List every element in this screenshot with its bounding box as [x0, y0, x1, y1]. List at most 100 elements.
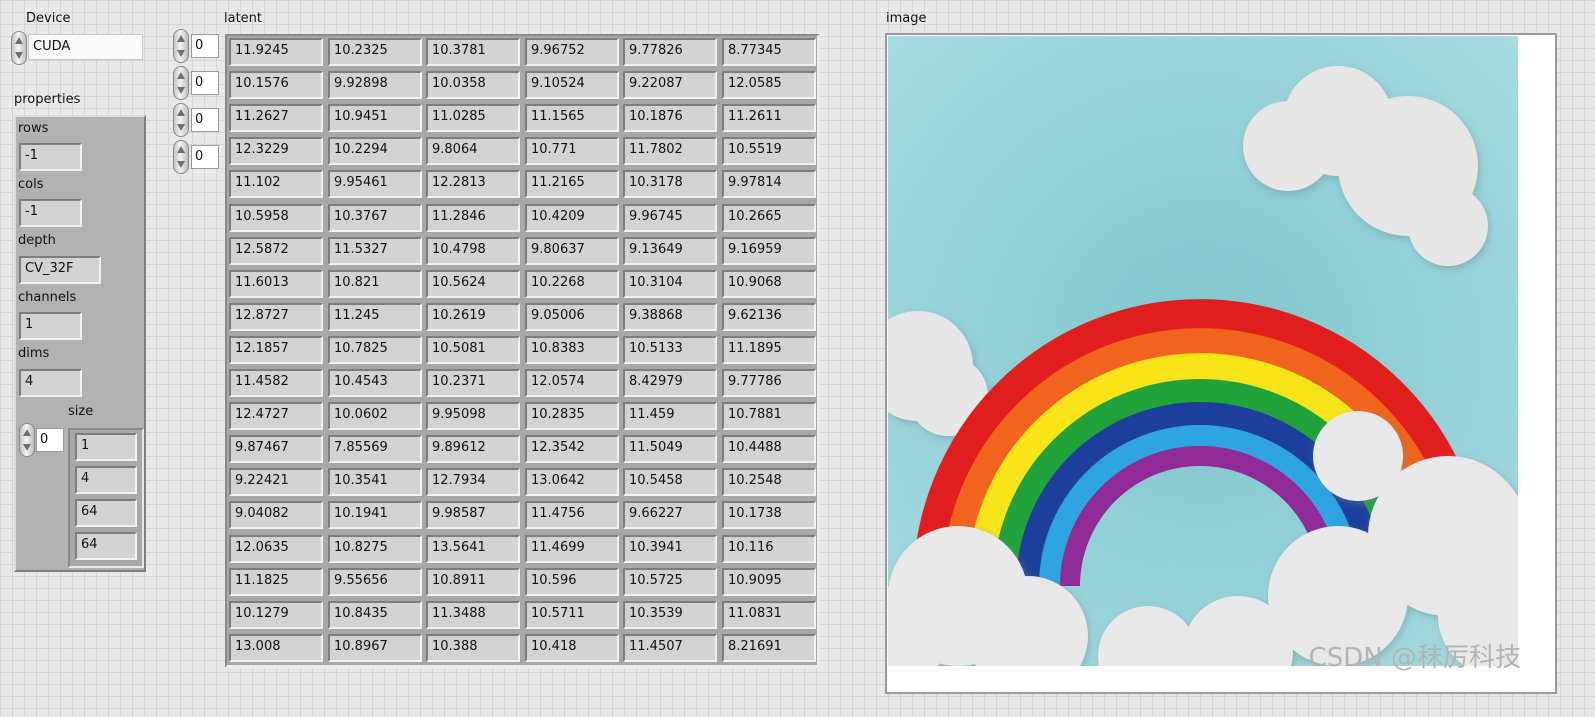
latent-cell: 10.2371 [426, 369, 520, 397]
latent-cell: 9.8064 [426, 137, 520, 165]
latent-cell: 11.2846 [426, 204, 520, 232]
latent-cell: 10.3941 [623, 535, 717, 563]
latent-cell: 11.102 [229, 170, 323, 198]
properties-label: properties [14, 92, 81, 107]
latent-cell: 11.5049 [623, 435, 717, 463]
latent-cell: 13.0642 [525, 468, 619, 496]
latent-cell: 12.2813 [426, 170, 520, 198]
latent-cell: 10.5081 [426, 336, 520, 364]
latent-cell: 10.418 [525, 634, 619, 662]
latent-cell: 8.77345 [722, 38, 816, 66]
latent-cell: 9.66227 [623, 501, 717, 529]
latent-index-spinner[interactable] [173, 29, 189, 63]
latent-cell: 13.008 [229, 634, 323, 662]
watermark-text: CSDN @秣厉科技 [1308, 643, 1521, 673]
cols-label: cols [18, 177, 44, 192]
latent-cell: 11.245 [328, 303, 422, 331]
dims-label: dims [18, 346, 50, 361]
latent-cell: 11.4507 [623, 634, 717, 662]
latent-cell: 10.1576 [229, 71, 323, 99]
latent-cell: 9.62136 [722, 303, 816, 331]
depth-label: depth [18, 233, 56, 248]
latent-index-spinner[interactable] [173, 66, 189, 100]
latent-cell: 10.0602 [328, 402, 422, 430]
latent-cell: 12.0585 [722, 71, 816, 99]
latent-cell: 10.388 [426, 634, 520, 662]
latent-cell: 9.77826 [623, 38, 717, 66]
latent-cell: 10.4488 [722, 435, 816, 463]
size-label: size [68, 404, 94, 419]
latent-cell: 10.116 [722, 535, 816, 563]
latent-cell: 8.21691 [722, 634, 816, 662]
latent-cell: 10.2619 [426, 303, 520, 331]
up-down-arrows-icon [177, 146, 185, 168]
device-spinner[interactable] [11, 31, 27, 65]
latent-cell: 9.87467 [229, 435, 323, 463]
latent-cell: 9.96752 [525, 38, 619, 66]
latent-cell: 9.16959 [722, 237, 816, 265]
latent-cell: 7.85569 [328, 435, 422, 463]
dims-value: 4 [19, 369, 82, 397]
latent-cell: 10.8275 [328, 535, 422, 563]
up-down-arrows-icon [177, 35, 185, 57]
latent-cell: 9.05006 [525, 303, 619, 331]
latent-index-input[interactable]: 0 [191, 71, 219, 95]
size-index-spinner[interactable] [19, 423, 35, 457]
latent-cell: 10.5458 [623, 468, 717, 496]
latent-cell: 12.1857 [229, 336, 323, 364]
size-cell: 64 [75, 532, 137, 560]
latent-index-input[interactable]: 0 [191, 34, 219, 58]
depth-value: CV_32F [19, 256, 101, 284]
latent-cell: 9.77786 [722, 369, 816, 397]
latent-cell: 12.5872 [229, 237, 323, 265]
up-down-arrows-icon [15, 37, 23, 59]
latent-cell: 11.4699 [525, 535, 619, 563]
latent-cell: 12.4727 [229, 402, 323, 430]
device-field[interactable]: CUDA [28, 34, 143, 60]
latent-cell: 10.9451 [328, 104, 422, 132]
latent-cell: 8.42979 [623, 369, 717, 397]
latent-cell: 11.0831 [722, 601, 816, 629]
latent-cell: 10.596 [525, 568, 619, 596]
latent-cell: 11.1895 [722, 336, 816, 364]
up-down-arrows-icon [177, 109, 185, 131]
latent-cell: 10.771 [525, 137, 619, 165]
latent-cell: 10.821 [328, 270, 422, 298]
rows-label: rows [18, 121, 49, 136]
latent-cell: 10.3104 [623, 270, 717, 298]
cols-value: -1 [19, 199, 82, 227]
latent-cell: 10.7825 [328, 336, 422, 364]
latent-cell: 9.95461 [328, 170, 422, 198]
latent-cell: 10.2665 [722, 204, 816, 232]
latent-label: latent [224, 11, 263, 26]
device-label: Device [26, 11, 71, 26]
latent-cell: 9.13649 [623, 237, 717, 265]
size-cell: 4 [75, 466, 137, 494]
latent-cell: 10.3541 [328, 468, 422, 496]
latent-cell: 10.8967 [328, 634, 422, 662]
latent-index-spinner[interactable] [173, 140, 189, 174]
latent-cell: 12.8727 [229, 303, 323, 331]
latent-cell: 10.5624 [426, 270, 520, 298]
size-index-input[interactable]: 0 [36, 428, 64, 452]
latent-cell: 10.8435 [328, 601, 422, 629]
latent-cell: 10.9095 [722, 568, 816, 596]
channels-label: channels [18, 290, 77, 305]
latent-index-input[interactable]: 0 [191, 145, 219, 169]
latent-cell: 10.4798 [426, 237, 520, 265]
latent-cell: 11.2165 [525, 170, 619, 198]
latent-cell: 10.8911 [426, 568, 520, 596]
image-display: CSDN @秣厉科技 [885, 33, 1557, 694]
latent-cell: 9.22087 [623, 71, 717, 99]
latent-cell: 9.80637 [525, 237, 619, 265]
latent-cell: 11.5327 [328, 237, 422, 265]
latent-cell: 10.9068 [722, 270, 816, 298]
latent-cell: 12.0574 [525, 369, 619, 397]
latent-cell: 10.1279 [229, 601, 323, 629]
latent-index-input[interactable]: 0 [191, 108, 219, 132]
latent-cell: 9.92898 [328, 71, 422, 99]
latent-cell: 10.5519 [722, 137, 816, 165]
latent-cell: 9.89612 [426, 435, 520, 463]
latent-index-spinner[interactable] [173, 103, 189, 137]
rows-value: -1 [19, 143, 82, 171]
